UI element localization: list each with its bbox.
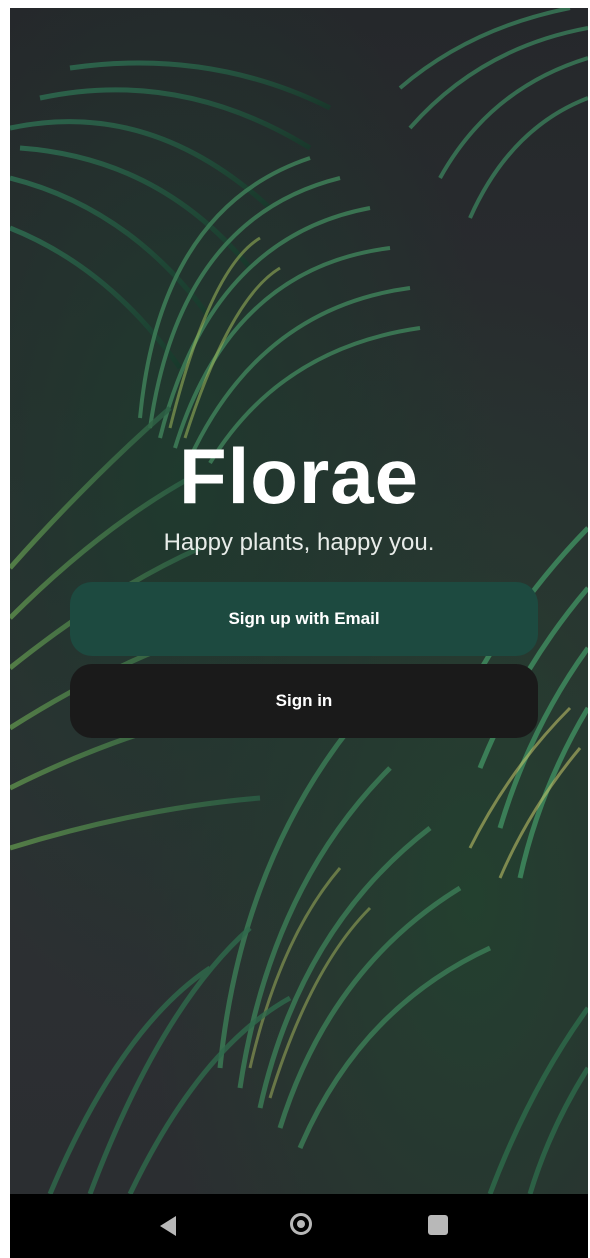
app-tagline: Happy plants, happy you. [163, 529, 435, 556]
sign-up-email-button[interactable]: Sign up with Email [70, 582, 538, 656]
sign-up-email-label: Sign up with Email [228, 609, 380, 628]
recents-icon[interactable] [428, 1215, 448, 1235]
sign-in-button[interactable]: Sign in [70, 664, 538, 738]
back-icon[interactable] [160, 1216, 176, 1236]
sign-in-label: Sign in [275, 691, 333, 710]
app-screen: Florae Happy plants, happy you. Sign up … [10, 8, 588, 1258]
system-navigation-bar [10, 1194, 588, 1258]
welcome-content: Florae Happy plants, happy you. Sign up … [10, 8, 588, 1194]
home-icon[interactable] [290, 1213, 312, 1235]
app-title: Florae [178, 432, 420, 520]
